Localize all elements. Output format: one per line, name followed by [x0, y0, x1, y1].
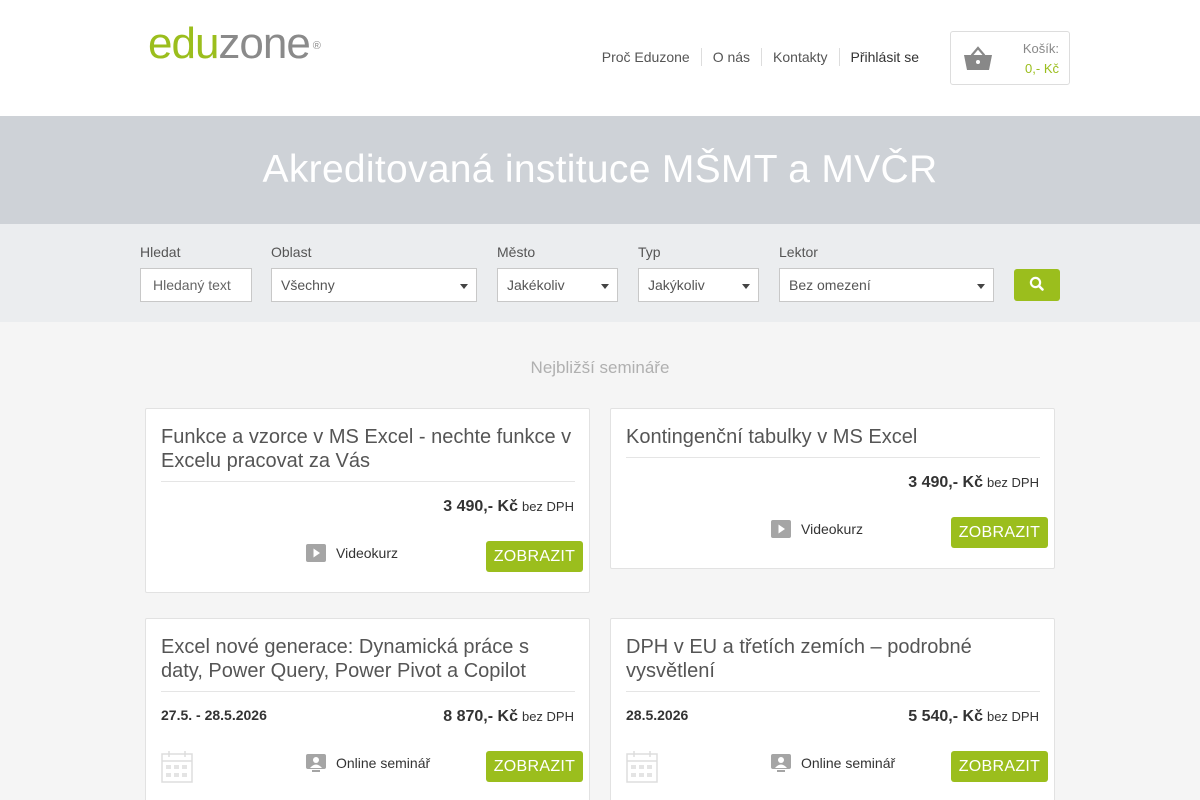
price-vat-note: bez DPH [521, 709, 574, 724]
show-course-button[interactable]: ZOBRAZIT [951, 751, 1048, 782]
course-card: Funkce a vzorce v MS Excel - nechte funk… [145, 408, 590, 593]
filter-bar: Hledat Hledaný text Oblast Všechny Město… [0, 224, 1200, 322]
filter-search: Hledat Hledaný text [140, 244, 252, 302]
section-title: Nejbližší semináře [530, 358, 670, 377]
show-course-button[interactable]: ZOBRAZIT [486, 541, 583, 572]
play-icon [306, 544, 326, 562]
online-seminar-icon [771, 754, 791, 772]
search-input[interactable]: Hledaný text [140, 268, 252, 302]
course-date: 28.5.2026 [626, 707, 689, 723]
basket-icon [964, 46, 992, 70]
city-label: Město [497, 244, 536, 260]
course-card: DPH v EU a třetích zemích – podrobné vys… [610, 618, 1055, 800]
price-value: 8 870,- Kč [443, 708, 518, 725]
price-value: 5 540,- Kč [908, 708, 983, 725]
nav-proc-eduzone[interactable]: Proč Eduzone [591, 48, 701, 66]
online-seminar-icon [306, 754, 326, 772]
course-type-label: Online seminář [336, 755, 431, 771]
price-value: 3 490,- Kč [908, 474, 983, 491]
login-link[interactable]: Přihlásit se [838, 48, 930, 66]
course-title[interactable]: Kontingenční tabulky v MS Excel [626, 425, 1040, 449]
price-value: 3 490,- Kč [443, 498, 518, 515]
filter-area: Oblast Všechny [271, 244, 477, 302]
banner-title: Akreditovaná instituce MŠMT a MVČR [262, 148, 938, 191]
caret-down-icon [977, 284, 985, 289]
show-course-button[interactable]: ZOBRAZIT [951, 517, 1048, 548]
type-select[interactable]: Jakýkoliv [638, 268, 759, 302]
search-label: Hledat [140, 244, 181, 260]
type-select-value: Jakýkoliv [648, 277, 705, 293]
lecturer-select-value: Bez omezení [789, 277, 871, 293]
course-price: 3 490,- Kč bez DPH [443, 498, 574, 516]
area-label: Oblast [271, 244, 312, 260]
card-divider [161, 481, 575, 482]
area-select[interactable]: Všechny [271, 268, 477, 302]
site-header: eduzone ® Proč Eduzone O nás Kontakty Při… [0, 0, 1200, 116]
course-price: 3 490,- Kč bez DPH [908, 474, 1039, 492]
card-divider [626, 691, 1040, 692]
course-type: Online seminář [771, 754, 895, 772]
type-label: Typ [638, 244, 661, 260]
city-select[interactable]: Jakékoliv [497, 268, 618, 302]
filter-city: Město Jakékoliv [497, 244, 618, 302]
card-divider [161, 691, 575, 692]
course-card: Excel nové generace: Dynamická práce s d… [145, 618, 590, 800]
course-card: Kontingenční tabulky v MS Excel 3 490,- … [610, 408, 1055, 569]
course-type-label: Videokurz [336, 545, 399, 561]
lecturer-label: Lektor [779, 244, 818, 260]
course-title[interactable]: Excel nové generace: Dynamická práce s d… [161, 635, 575, 683]
city-select-value: Jakékoliv [507, 277, 565, 293]
show-course-button[interactable]: ZOBRAZIT [486, 751, 583, 782]
top-nav: Proč Eduzone O nás Kontakty Přihlásit se [591, 48, 930, 66]
caret-down-icon [742, 284, 750, 289]
course-title[interactable]: DPH v EU a třetích zemích – podrobné vys… [626, 635, 1040, 683]
caret-down-icon [460, 284, 468, 289]
cart-total: 0,- Kč [1025, 61, 1059, 76]
course-type: Videokurz [306, 544, 398, 562]
play-icon [771, 520, 791, 538]
cart-widget[interactable]: Košík: 0,- Kč [950, 31, 1070, 85]
cart-label: Košík: [1022, 41, 1059, 56]
registered-mark: ® [312, 40, 321, 52]
lecturer-select[interactable]: Bez omezení [779, 268, 994, 302]
eduzone-logo[interactable]: eduzone ® [148, 18, 321, 70]
filter-lecturer: Lektor Bez omezení [779, 244, 994, 302]
course-type: Videokurz [771, 520, 863, 538]
course-type: Online seminář [306, 754, 430, 772]
course-type-label: Videokurz [801, 521, 864, 537]
area-select-value: Všechny [281, 277, 335, 293]
price-vat-note: bez DPH [986, 475, 1039, 490]
price-vat-note: bez DPH [521, 499, 574, 514]
course-date: 27.5. - 28.5.2026 [161, 707, 267, 723]
calendar-icon [626, 751, 658, 783]
card-divider [626, 457, 1040, 458]
nav-kontakty[interactable]: Kontakty [761, 48, 838, 66]
course-price: 8 870,- Kč bez DPH [443, 708, 574, 726]
logo-part-zone: zone [218, 19, 310, 68]
search-button[interactable] [1014, 269, 1060, 301]
course-type-label: Online seminář [801, 755, 896, 771]
course-title[interactable]: Funkce a vzorce v MS Excel - nechte funk… [161, 425, 575, 473]
logo-part-edu: edu [148, 19, 219, 68]
course-price: 5 540,- Kč bez DPH [908, 708, 1039, 726]
hero-banner: Akreditovaná instituce MŠMT a MVČR [0, 116, 1200, 224]
nav-o-nas[interactable]: O nás [700, 48, 761, 66]
price-vat-note: bez DPH [986, 709, 1039, 724]
filter-type: Typ Jakýkoliv [638, 244, 759, 302]
calendar-icon [161, 751, 193, 783]
search-icon [1029, 276, 1044, 291]
caret-down-icon [601, 284, 609, 289]
